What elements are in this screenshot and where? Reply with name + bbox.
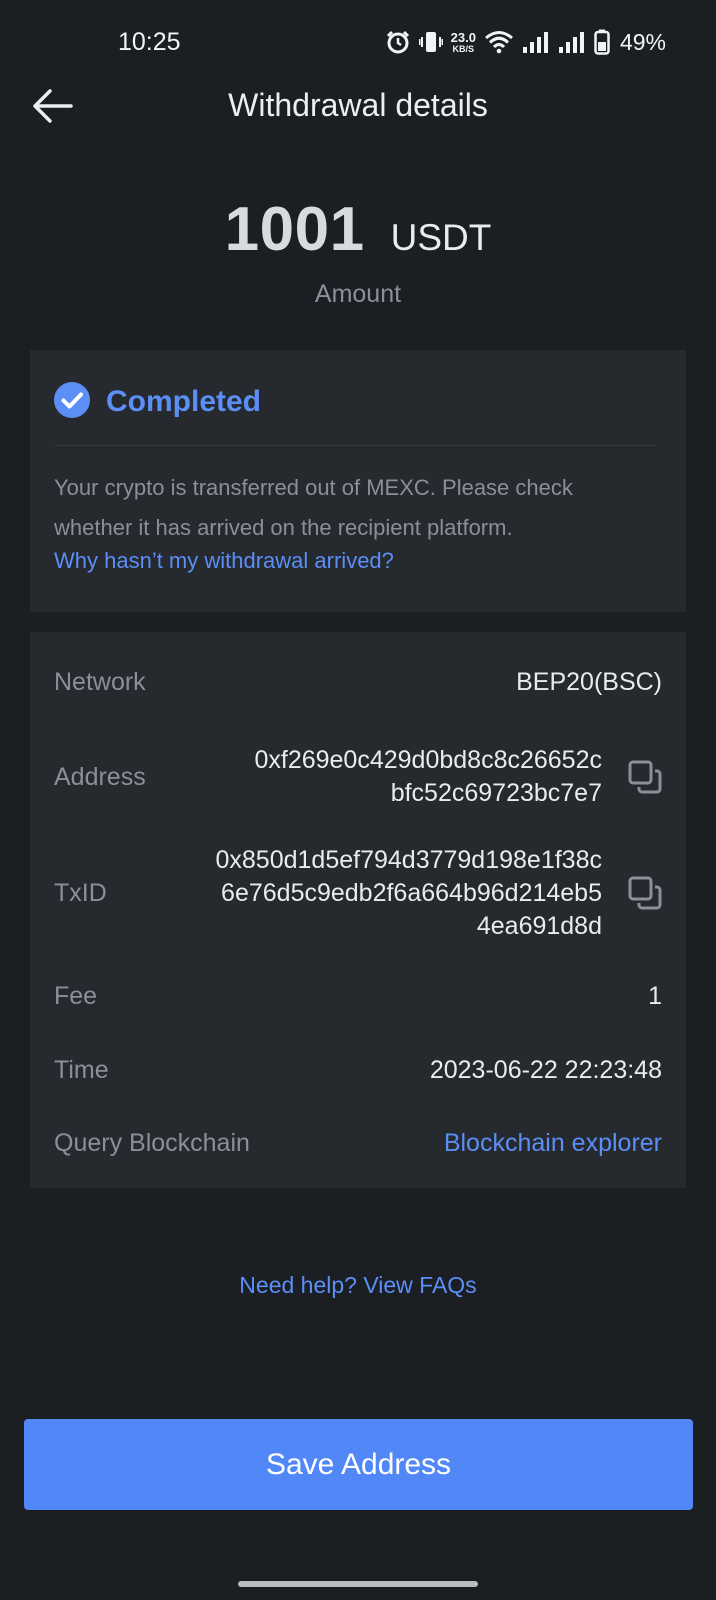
txid-value: 0x850d1d5ef794d3779d198e1f38c 6e76d5c9ed… — [216, 844, 603, 943]
network-label: Network — [54, 667, 146, 696]
txid-row: TxID 0x850d1d5ef794d3779d198e1f38c 6e76d… — [54, 838, 662, 948]
time-label: Time — [54, 1055, 109, 1084]
time-row: Time 2023-06-22 22:23:48 — [54, 1050, 662, 1090]
status-description: Your crypto is transferred out of MEXC. … — [54, 475, 573, 540]
alarm-icon — [385, 29, 411, 55]
home-indicator[interactable] — [238, 1581, 478, 1587]
fee-row: Fee 1 — [54, 976, 662, 1016]
address-value-group: 0xf269e0c429d0bd8c8c26652c bfc52c69723bc… — [254, 744, 662, 810]
amount-value: 1001 — [224, 195, 365, 264]
faq-link[interactable]: Need help? View FAQs — [0, 1272, 716, 1299]
status-bar: 10:25 23.0 KB/S 49% — [0, 0, 716, 82]
amount-unit: USDT — [390, 217, 492, 258]
amount-label: Amount — [314, 280, 402, 308]
status-text: Completed — [106, 385, 262, 418]
status-icons: 23.0 KB/S 49% — [385, 26, 666, 58]
txid-line: 0x850d1d5ef794d3779d198e1f38c — [215, 845, 603, 874]
txid-line: 6e76d5c9edb2f6a664b96d214eb5 — [221, 878, 602, 907]
copy-txid-icon[interactable] — [628, 876, 662, 910]
status-time: 10:25 — [118, 28, 181, 56]
signal-icon — [522, 30, 550, 54]
withdrawal-help-link[interactable]: Why hasn’t my withdrawal arrived? — [54, 548, 394, 574]
address-line: 0xf269e0c429d0bd8c8c26652c — [254, 746, 602, 774]
address-row: Address 0xf269e0c429d0bd8c8c26652c bfc52… — [54, 738, 662, 816]
time-value: 2023-06-22 22:23:48 — [429, 1055, 662, 1084]
blockchain-explorer-link[interactable]: Blockchain explorer — [444, 1129, 662, 1158]
network-speed-unit: KB/S — [452, 43, 475, 54]
save-address-button[interactable]: Save Address — [24, 1419, 693, 1510]
divider — [54, 445, 656, 446]
status-header: Completed — [54, 380, 662, 424]
network-speed: 23.0 KB/S — [451, 31, 476, 54]
address-line: bfc52c69723bc7e7 — [390, 779, 602, 807]
check-circle-icon — [54, 381, 90, 423]
details-card: Network BEP20(BSC) Address 0xf269e0c429d… — [30, 632, 686, 1188]
address-label: Address — [54, 762, 146, 791]
wifi-icon — [484, 30, 514, 54]
battery-icon — [594, 29, 610, 55]
amount-row: 1001 USDT — [0, 194, 716, 265]
signal-icon — [558, 30, 586, 54]
battery-percentage: 49% — [619, 28, 666, 55]
copy-address-icon[interactable] — [628, 760, 662, 794]
address-value: 0xf269e0c429d0bd8c8c26652c bfc52c69723bc… — [254, 744, 602, 810]
txid-label: TxID — [54, 878, 107, 907]
network-row: Network BEP20(BSC) — [54, 662, 662, 702]
query-blockchain-label: Query Blockchain — [54, 1128, 250, 1157]
query-blockchain-row: Query Blockchain Blockchain explorer — [54, 1123, 662, 1163]
network-value: BEP20(BSC) — [516, 667, 662, 696]
txid-value-group: 0x850d1d5ef794d3779d198e1f38c 6e76d5c9ed… — [216, 844, 663, 943]
fee-value: 1 — [648, 981, 662, 1010]
status-card: Completed Your crypto is transferred out… — [30, 350, 686, 612]
network-speed-value: 23.0 — [450, 29, 476, 45]
txid-line: 4ea691d8d — [476, 911, 602, 940]
page-title: Withdrawal details — [228, 87, 488, 123]
fee-label: Fee — [54, 981, 98, 1010]
vibrate-icon — [418, 29, 443, 55]
